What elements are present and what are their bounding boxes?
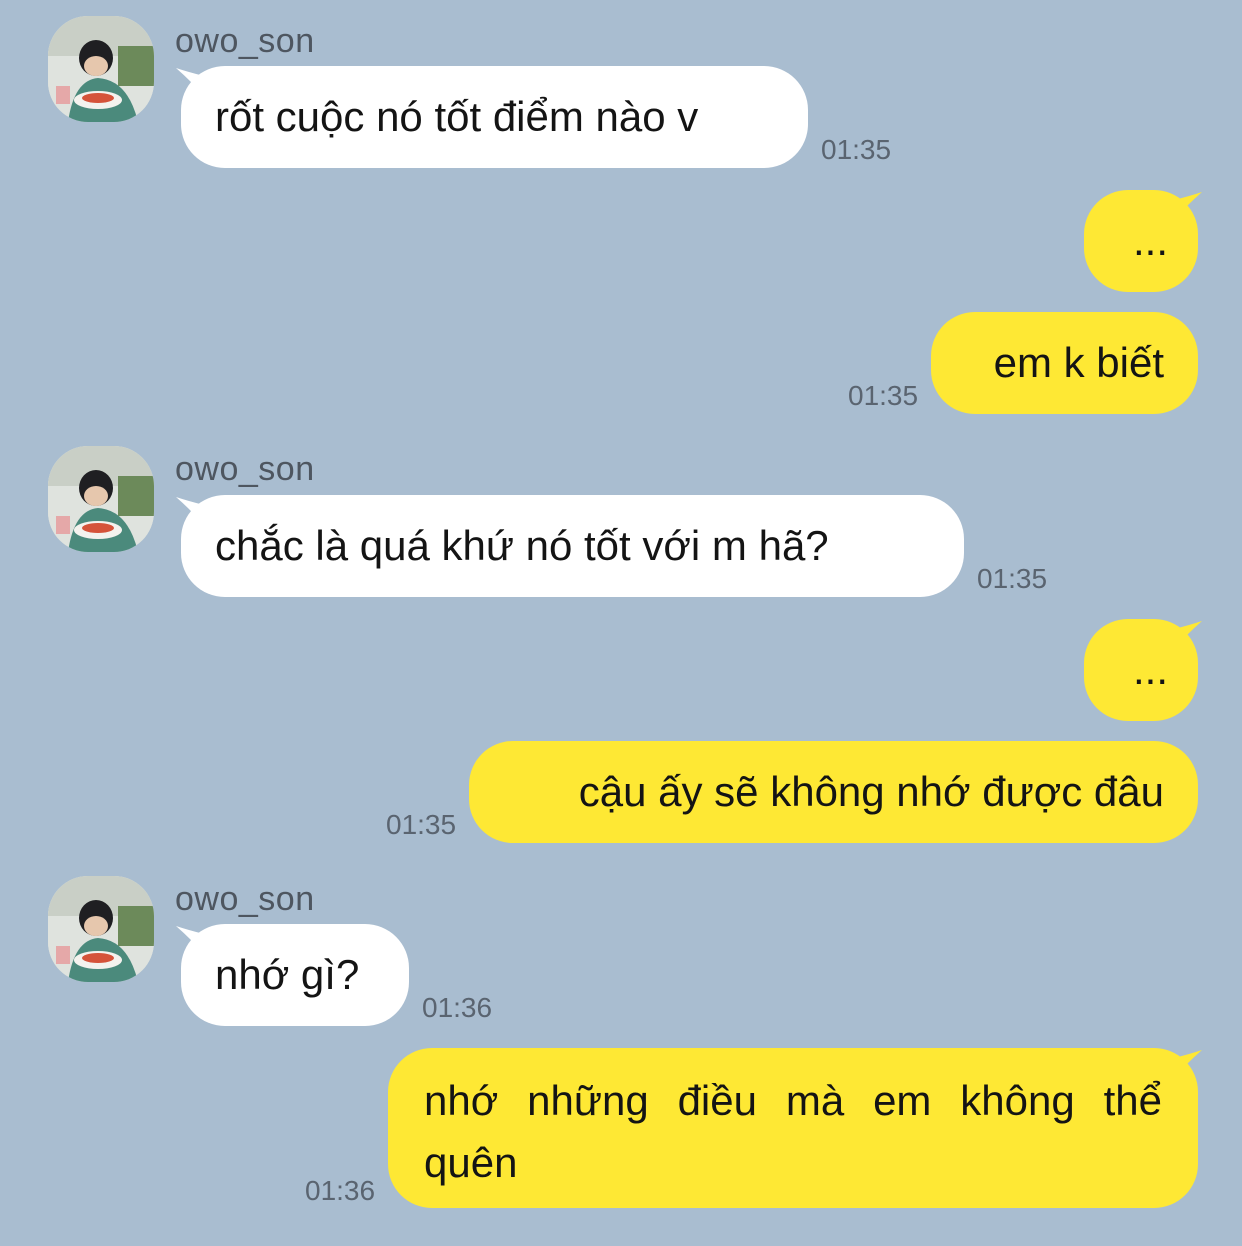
message-timestamp: 01:35: [386, 809, 457, 840]
message-timestamp: 01:35: [821, 134, 892, 165]
avatar-photo-icon: [48, 16, 154, 122]
avatar-photo-icon: [48, 876, 154, 982]
sender-avatar[interactable]: [48, 446, 154, 552]
sender-name: owo_son: [175, 450, 315, 488]
sender-avatar[interactable]: [48, 876, 154, 982]
message-timestamp: 01:35: [848, 380, 919, 411]
outgoing-message-bubble[interactable]: cậu ấy sẽ không nhớ được đâu: [469, 741, 1198, 843]
incoming-message-bubble[interactable]: rốt cuộc nó tốt điểm nào v: [181, 66, 808, 168]
outgoing-message-bubble[interactable]: ...: [1084, 619, 1198, 721]
outgoing-message-bubble[interactable]: em k biết: [931, 312, 1198, 414]
outgoing-message-bubble[interactable]: nhớ những điều mà em không thể quên: [388, 1048, 1198, 1208]
sender-name: owo_son: [175, 880, 315, 918]
message-timestamp: 01:36: [305, 1175, 376, 1206]
sender-avatar[interactable]: [48, 16, 154, 122]
incoming-message-bubble[interactable]: chắc là quá khứ nó tốt với m hã?: [181, 495, 964, 597]
incoming-message-bubble[interactable]: nhớ gì?: [181, 924, 409, 1026]
chat-thread[interactable]: owo_son rốt cuộc nó tốt điểm nào v 01:35…: [0, 0, 1242, 1246]
outgoing-message-bubble[interactable]: ...: [1084, 190, 1198, 292]
message-timestamp: 01:35: [977, 563, 1048, 594]
message-timestamp: 01:36: [422, 992, 493, 1023]
sender-name: owo_son: [175, 22, 315, 60]
avatar-photo-icon: [48, 446, 154, 552]
